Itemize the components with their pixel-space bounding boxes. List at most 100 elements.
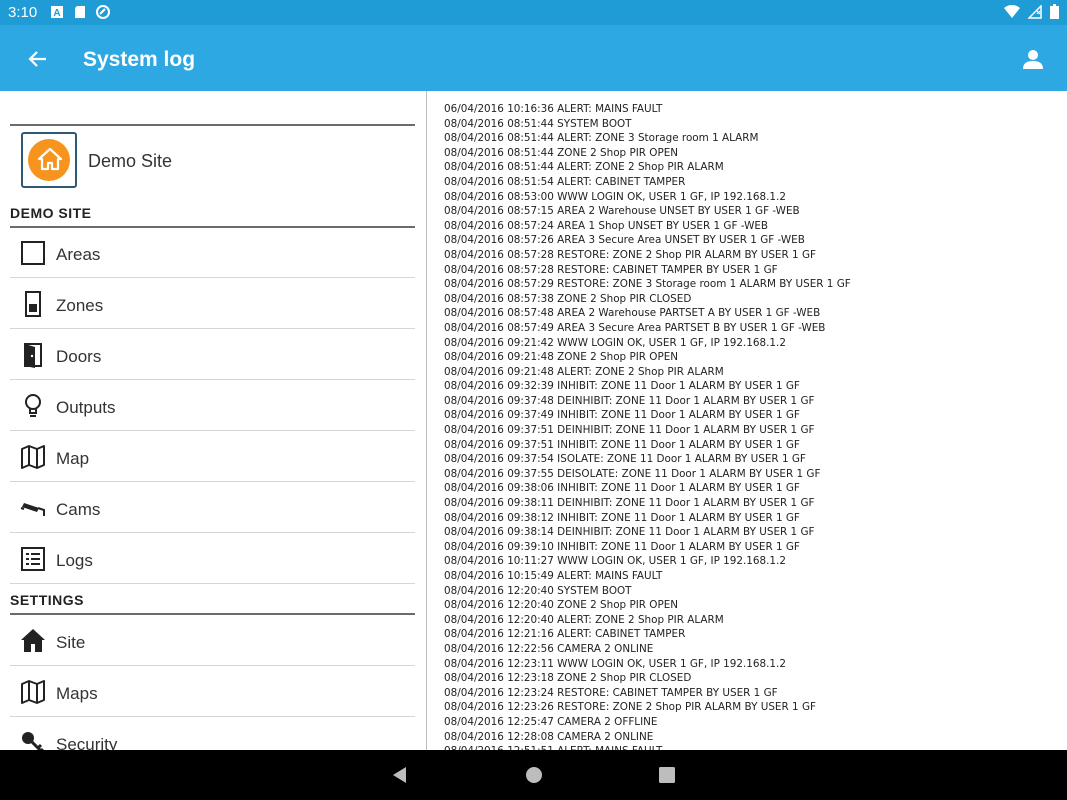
section-demo-site: DEMO SITE	[10, 205, 92, 221]
log-entry: 08/04/2016 09:38:12 INHIBIT: ZONE 11 Doo…	[444, 511, 800, 524]
sidebar-item-label: Cams	[56, 500, 101, 519]
sidebar-item-map[interactable]: Map	[10, 432, 415, 482]
key-icon	[22, 732, 44, 750]
log-entry: 08/04/2016 08:51:44 ALERT: ZONE 2 Shop P…	[444, 161, 724, 174]
back-triangle-icon[interactable]	[390, 765, 410, 785]
page-title: System log	[83, 48, 196, 71]
log-entry: 08/04/2016 09:21:48 ALERT: ZONE 2 Shop P…	[444, 365, 724, 378]
svg-text:A: A	[53, 8, 60, 19]
log-entry: 08/04/2016 09:37:51 INHIBIT: ZONE 11 Doo…	[444, 438, 800, 451]
log-entry: 08/04/2016 08:57:48 AREA 2 Warehouse PAR…	[444, 307, 821, 320]
site-name: Demo Site	[88, 151, 173, 171]
wifi-icon	[1004, 4, 1020, 18]
square-icon	[21, 241, 45, 265]
log-entry: 08/04/2016 08:57:24 AREA 1 Shop UNSET BY…	[444, 219, 769, 232]
log-entry: 08/04/2016 09:39:10 INHIBIT: ZONE 11 Doo…	[444, 540, 800, 553]
signal-icon	[1028, 4, 1042, 19]
sidebar-item-label: Site	[56, 633, 86, 652]
log-entry: 08/04/2016 08:53:00 WWW LOGIN OK, USER 1…	[444, 190, 786, 203]
app-bar: System log	[0, 25, 1067, 91]
list-icon	[21, 547, 45, 571]
sidebar-item-outputs[interactable]: Outputs	[10, 381, 415, 431]
sidebar-item-label: Security	[56, 735, 118, 750]
system-log-panel[interactable]: 06/04/2016 10:16:36 ALERT: MAINS FAULT 08…	[428, 91, 1067, 750]
divider	[10, 124, 415, 126]
log-entry: 08/04/2016 09:37:54 ISOLATE: ZONE 11 Doo…	[444, 453, 806, 466]
log-entry: 08/04/2016 12:23:18 ZONE 2 Shop PIR CLOS…	[444, 672, 692, 685]
sidebar-item-cams[interactable]: Cams	[10, 483, 415, 533]
log-entry: 08/04/2016 09:38:11 DEINHIBIT: ZONE 11 D…	[444, 497, 815, 510]
log-entry: 08/04/2016 08:57:29 RESTORE: ZONE 3 Stor…	[444, 278, 851, 291]
sd-card-icon	[75, 6, 85, 18]
divider	[10, 613, 415, 615]
log-list: 06/04/2016 10:16:36 ALERT: MAINS FAULT 08…	[444, 102, 851, 750]
log-entry: 08/04/2016 12:22:56 CAMERA 2 ONLINE	[444, 642, 654, 655]
log-entry: 08/04/2016 12:21:16 ALERT: CABINET TAMPE…	[444, 628, 686, 641]
sidebar-item-label: Map	[56, 449, 90, 468]
battery-icon	[1050, 4, 1059, 19]
person-icon[interactable]	[1021, 47, 1045, 71]
home-circle-icon[interactable]	[524, 765, 544, 785]
sidebar-item-maps[interactable]: Maps	[10, 667, 415, 717]
house-icon	[37, 147, 63, 171]
status-time: 3:10	[8, 4, 38, 21]
log-entry: 08/04/2016 08:57:49 AREA 3 Secure Area P…	[444, 321, 826, 334]
map-icon	[21, 445, 45, 469]
section-settings: SETTINGS	[10, 592, 85, 608]
log-entry: 08/04/2016 09:37:49 INHIBIT: ZONE 11 Doo…	[444, 409, 800, 422]
log-entry: 08/04/2016 08:57:38 ZONE 2 Shop PIR CLOS…	[444, 292, 692, 305]
log-entry: 08/04/2016 09:21:42 WWW LOGIN OK, USER 1…	[444, 336, 786, 349]
sync-icon	[96, 5, 110, 19]
zone-sensor-icon	[25, 291, 41, 317]
sidebar-item-label: Logs	[56, 551, 93, 570]
log-entry: 08/04/2016 09:37:55 DEISOLATE: ZONE 11 D…	[444, 467, 821, 480]
log-entry: 08/04/2016 10:11:27 WWW LOGIN OK, USER 1…	[444, 555, 786, 568]
log-entry: 08/04/2016 12:25:47 CAMERA 2 OFFLINE	[444, 715, 658, 728]
log-entry: 08/04/2016 08:51:44 ALERT: ZONE 3 Storag…	[444, 132, 759, 145]
log-entry: 08/04/2016 09:38:14 DEINHIBIT: ZONE 11 D…	[444, 526, 815, 539]
log-entry: 08/04/2016 08:51:44 ZONE 2 Shop PIR OPEN	[444, 146, 679, 159]
map-icon	[21, 680, 45, 704]
sidebar-item-label: Areas	[56, 245, 101, 264]
sidebar-item-security[interactable]: Security	[10, 718, 415, 750]
site-header[interactable]: Demo Site	[10, 129, 415, 191]
sidebar-item-site[interactable]: Site	[10, 616, 415, 666]
log-entry: 08/04/2016 12:23:11 WWW LOGIN OK, USER 1…	[444, 657, 786, 670]
log-entry: 08/04/2016 08:57:28 RESTORE: CABINET TAM…	[444, 263, 778, 276]
log-entry: 08/04/2016 09:37:51 DEINHIBIT: ZONE 11 D…	[444, 424, 815, 437]
sidebar-item-label: Zones	[56, 296, 104, 315]
site-logo	[21, 132, 77, 188]
sidebar-item-doors[interactable]: Doors	[10, 330, 415, 380]
home-icon	[21, 629, 45, 652]
system-navigation-bar	[0, 750, 1067, 800]
navigation-drawer: Demo Site DEMO SITE Areas Zones Doors Ou…	[0, 91, 427, 750]
sidebar-item-label: Outputs	[56, 398, 116, 417]
log-entry: 08/04/2016 08:51:54 ALERT: CABINET TAMPE…	[444, 175, 686, 188]
log-entry: 08/04/2016 09:32:39 INHIBIT: ZONE 11 Doo…	[444, 380, 800, 393]
log-entry: 08/04/2016 08:57:26 AREA 3 Secure Area U…	[444, 234, 805, 247]
log-entry: 08/04/2016 09:38:06 INHIBIT: ZONE 11 Doo…	[444, 482, 800, 495]
log-entry: 08/04/2016 12:23:26 RESTORE: ZONE 2 Shop…	[444, 701, 816, 714]
sidebar-item-areas[interactable]: Areas	[10, 228, 415, 278]
lightbulb-icon	[25, 394, 41, 417]
arrow-left-icon[interactable]	[24, 45, 52, 73]
door-icon	[24, 343, 42, 368]
sidebar-item-logs[interactable]: Logs	[10, 534, 415, 584]
log-entry: 08/04/2016 12:20:40 ZONE 2 Shop PIR OPEN	[444, 599, 679, 612]
log-entry: 08/04/2016 08:57:15 AREA 2 Warehouse UNS…	[444, 205, 800, 218]
log-entry: 08/04/2016 09:37:48 DEINHIBIT: ZONE 11 D…	[444, 394, 815, 407]
sidebar-item-label: Maps	[56, 684, 98, 703]
log-entry: 08/04/2016 08:51:44 SYSTEM BOOT	[444, 117, 632, 130]
a-icon: A	[51, 6, 63, 19]
log-entry: 06/04/2016 10:16:36 ALERT: MAINS FAULT	[444, 103, 663, 115]
log-entry: 08/04/2016 08:57:28 RESTORE: ZONE 2 Shop…	[444, 248, 816, 261]
log-entry: 08/04/2016 09:21:48 ZONE 2 Shop PIR OPEN	[444, 351, 679, 364]
log-entry: 08/04/2016 12:20:40 ALERT: ZONE 2 Shop P…	[444, 613, 724, 626]
log-entry: 08/04/2016 12:20:40 SYSTEM BOOT	[444, 584, 632, 597]
sidebar-item-zones[interactable]: Zones	[10, 279, 415, 329]
log-entry: 08/04/2016 12:23:24 RESTORE: CABINET TAM…	[444, 686, 778, 699]
log-entry: 08/04/2016 12:28:08 CAMERA 2 ONLINE	[444, 730, 654, 743]
status-bar: 3:10 A	[0, 0, 1067, 25]
recents-square-icon[interactable]	[657, 765, 677, 785]
camera-icon	[20, 503, 45, 516]
